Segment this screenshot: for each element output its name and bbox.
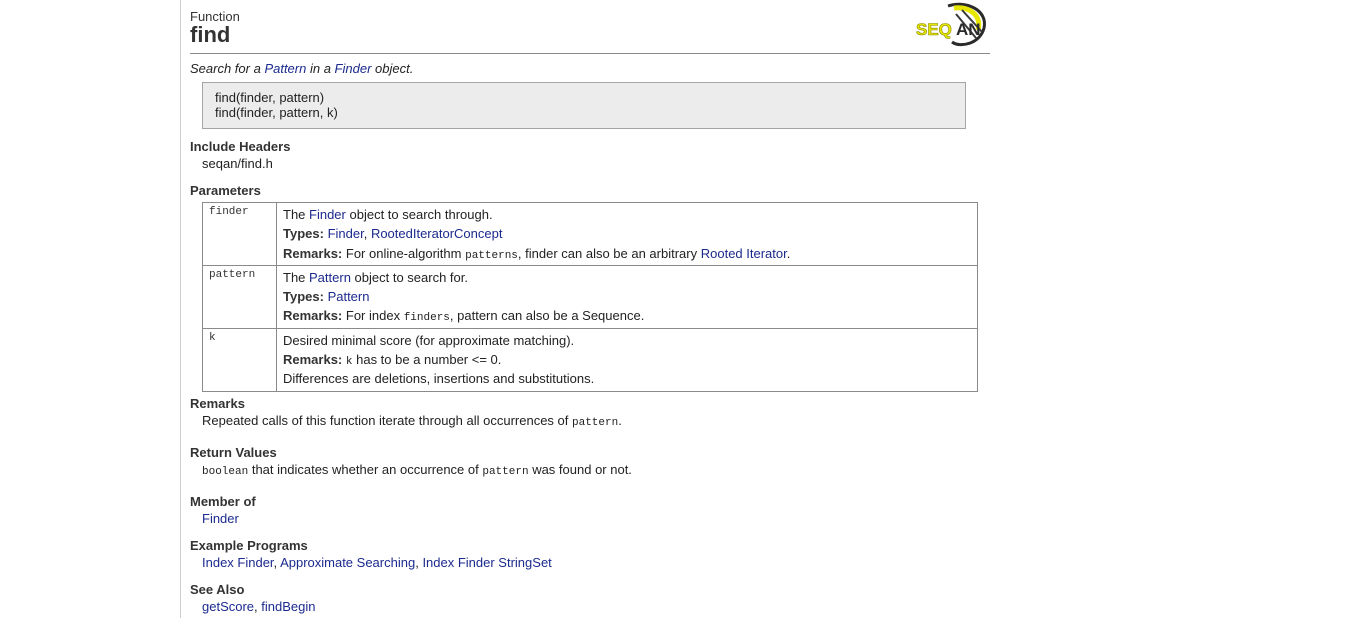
code-text: boolean	[202, 466, 249, 478]
include-header-value: seqan/find.h	[202, 156, 273, 171]
include-headers-heading: Include Headers	[190, 139, 291, 154]
remarks-heading: Remarks	[190, 396, 245, 411]
rooted-iterator-concept-link[interactable]: RootedIteratorConcept	[371, 226, 503, 241]
pattern-type-link[interactable]: Pattern	[328, 289, 370, 304]
return-values-body: boolean that indicates whether an occurr…	[202, 462, 632, 478]
signature-line: find(finder, pattern, k)	[215, 105, 338, 120]
param-text: For index	[342, 308, 404, 324]
remarks-text: .	[618, 413, 622, 428]
table-row: pattern The Pattern object to search for…	[202, 264, 978, 329]
pattern-link[interactable]: Pattern	[264, 61, 306, 76]
return-values-heading: Return Values	[190, 445, 277, 460]
findbegin-link[interactable]: findBegin	[261, 599, 315, 614]
parameters-heading: Parameters	[190, 183, 261, 198]
summary-text: Search for a	[190, 61, 265, 76]
getscore-link[interactable]: getScore	[202, 599, 254, 614]
param-text: , finder can also be an arbitrary	[517, 245, 701, 261]
param-text: The	[283, 207, 310, 222]
param-text: , pattern can also be a Sequence.	[449, 308, 645, 324]
remarks-body: Repeated calls of this function iterate …	[202, 413, 622, 429]
pattern-link[interactable]: Pattern	[309, 270, 351, 285]
code-text: pattern	[572, 417, 619, 429]
finder-link[interactable]: Finder	[309, 207, 346, 222]
param-description: Desired minimal score (for approximate m…	[276, 327, 978, 392]
doc-page: Function find SEQ AN Search for a Patter…	[180, 0, 991, 618]
remarks-label: Remarks:	[283, 245, 343, 261]
param-text: .	[786, 245, 791, 261]
logo-wordmark: SEQ	[916, 20, 952, 39]
member-of-body: Finder	[202, 511, 239, 526]
remarks-text: Repeated calls of this function iterate …	[202, 413, 572, 428]
member-of-heading: Member of	[190, 494, 256, 509]
logo-wordmark-2: AN	[956, 20, 981, 39]
remarks-label: Remarks:	[283, 352, 343, 368]
param-text: has to be a number <= 0.	[352, 352, 502, 368]
param-text: object to search through.	[345, 207, 493, 222]
code-text: pattern	[482, 466, 529, 478]
example-programs-heading: Example Programs	[190, 538, 308, 553]
param-name: k	[202, 327, 277, 392]
doc-content: Function find SEQ AN Search for a Patter…	[190, 0, 990, 614]
summary-text: in a	[306, 61, 335, 76]
summary-text: object.	[371, 61, 414, 76]
param-text: Desired minimal score (for approximate m…	[283, 332, 575, 348]
page-title: find	[190, 22, 231, 47]
parameters-table: finder The Finder object to search throu…	[202, 202, 978, 392]
function-summary: Search for a Pattern in a Finder object.	[190, 61, 413, 76]
code-text: k	[345, 356, 353, 369]
example-approximate-searching-link[interactable]: Approximate Searching	[280, 555, 415, 570]
types-label: Types:	[283, 289, 324, 305]
param-text: For online-algorithm	[342, 245, 466, 261]
see-also-body: getScore, findBegin	[202, 599, 316, 614]
finder-link[interactable]: Finder	[335, 61, 372, 76]
table-row: finder The Finder object to search throu…	[202, 202, 978, 266]
see-also-heading: See Also	[190, 582, 245, 597]
signature-box: find(finder, pattern) find(finder, patte…	[202, 82, 966, 129]
param-name: finder	[202, 202, 277, 266]
example-index-finder-stringset-link[interactable]: Index Finder StringSet	[422, 555, 551, 570]
finder-type-link[interactable]: Finder	[328, 226, 364, 241]
finder-class-link[interactable]: Finder	[202, 511, 239, 526]
separator: ,	[363, 226, 371, 242]
example-index-finder-link[interactable]: Index Finder	[202, 555, 274, 570]
return-text: was found or not.	[528, 462, 632, 477]
example-programs-body: Index Finder, Approximate Searching, Ind…	[202, 555, 552, 570]
return-text: that indicates whether an occurrence of	[248, 462, 483, 477]
seqan-logo[interactable]: SEQ AN	[916, 2, 990, 48]
code-text: patterns	[465, 249, 518, 262]
param-name: pattern	[202, 264, 277, 329]
signature-line: find(finder, pattern)	[215, 90, 325, 105]
code-text: finders	[403, 312, 450, 325]
param-description: The Finder object to search through. Typ…	[276, 202, 978, 266]
rooted-iterator-link[interactable]: Rooted Iterator	[701, 246, 787, 261]
types-label: Types:	[283, 226, 324, 242]
param-text: object to search for.	[350, 269, 469, 285]
param-text: Differences are deletions, insertions an…	[283, 371, 595, 387]
remarks-label: Remarks:	[283, 308, 343, 324]
page-header: Function find SEQ AN	[190, 0, 990, 54]
table-row: k Desired minimal score (for approximate…	[202, 327, 978, 392]
param-description: The Pattern object to search for. Types:…	[276, 264, 978, 329]
param-text: The	[283, 269, 310, 285]
